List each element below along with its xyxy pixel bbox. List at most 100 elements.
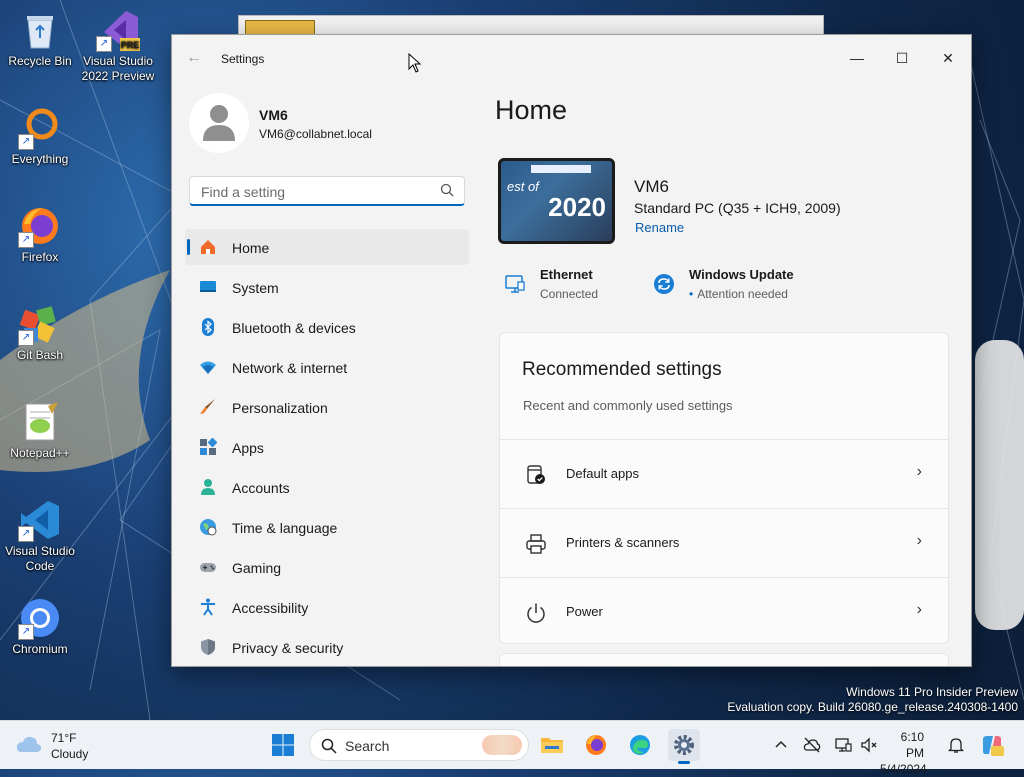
nav-item-apps[interactable]: Apps: [185, 429, 469, 465]
close-button[interactable]: ✕: [925, 43, 971, 73]
windows-update-title: Windows Update: [689, 267, 794, 282]
notification-bell-icon[interactable]: [947, 736, 965, 754]
taskbar-search-label: Search: [345, 738, 390, 754]
search-input[interactable]: [199, 182, 433, 202]
clock-time: 6:10 PM: [900, 730, 924, 760]
rename-link[interactable]: Rename: [635, 220, 684, 235]
minimize-button[interactable]: —: [834, 43, 880, 73]
taskbar: 71°F Cloudy Search 6:10 PM 5/4/2024: [0, 720, 1024, 776]
start-button[interactable]: [267, 729, 299, 761]
chevron-up-icon[interactable]: [772, 736, 790, 754]
settings-nav: Home System Bluetooth & devices Network …: [185, 229, 469, 666]
user-email: VM6@collabnet.local: [259, 127, 372, 141]
everything-icon: ↗: [18, 106, 62, 150]
cloud-off-icon[interactable]: [803, 736, 821, 754]
taskbar-firefox[interactable]: [580, 729, 612, 761]
desktop-icon-label: Git Bash: [16, 348, 64, 362]
volume-muted-icon[interactable]: [860, 736, 878, 754]
nav-item-gaming[interactable]: Gaming: [185, 549, 469, 585]
apps-icon: [200, 438, 217, 455]
ethernet-subtitle: Connected: [540, 287, 599, 301]
nav-item-personalization[interactable]: Personalization: [185, 389, 469, 425]
globe-icon: [200, 519, 217, 536]
default-apps-icon: [527, 465, 545, 484]
nav-item-label: Home: [232, 240, 270, 256]
shortcut-arrow-icon: ↗: [18, 232, 34, 248]
pc-model: Standard PC (Q35 + ICH9, 2009): [634, 200, 841, 216]
desktop-icon-notepad-plus-plus[interactable]: Notepad++: [0, 400, 80, 461]
search-icon: [440, 183, 454, 197]
recommended-title: Recommended settings: [522, 359, 722, 380]
nav-item-network[interactable]: Network & internet: [185, 349, 469, 385]
maximize-button[interactable]: ☐: [879, 43, 925, 73]
nav-item-home[interactable]: Home: [185, 229, 469, 265]
window-title: Settings: [221, 52, 265, 66]
printer-icon: [526, 534, 546, 554]
chevron-right-icon: ›: [916, 463, 922, 480]
system-clock[interactable]: 6:10 PM 5/4/2024: [880, 729, 927, 777]
nav-item-label: Personalization: [232, 400, 328, 416]
desktop-icon-label: Everything: [11, 152, 69, 166]
taskbar-search[interactable]: Search: [309, 729, 529, 761]
nav-item-privacy-security[interactable]: Privacy & security: [185, 629, 469, 665]
shortcut-arrow-icon: ↗: [18, 624, 34, 640]
git-bash-icon: ↗: [18, 302, 62, 346]
nav-item-system[interactable]: System: [185, 269, 469, 305]
recommended-item-power[interactable]: Power ›: [500, 578, 948, 643]
gamepad-icon: [200, 563, 216, 572]
thumbnail-text: est of: [507, 179, 539, 194]
desktop-icon-chromium[interactable]: ↗ Chromium: [0, 596, 80, 657]
network-wired-icon[interactable]: [834, 736, 852, 754]
watermark-line-2: Evaluation copy. Build 26080.ge_release.…: [727, 700, 1018, 714]
nav-item-bluetooth[interactable]: Bluetooth & devices: [185, 309, 469, 345]
nav-item-accessibility[interactable]: Accessibility: [185, 589, 469, 625]
person-icon: [203, 105, 235, 141]
desktop-icon-everything[interactable]: ↗ Everything: [0, 106, 80, 167]
firefox-icon: [586, 735, 606, 755]
recommended-item-default-apps[interactable]: Default apps ›: [500, 440, 948, 509]
taskbar-file-explorer[interactable]: [536, 729, 568, 761]
nav-item-label: System: [232, 280, 279, 296]
desktop-icon-visual-studio-preview[interactable]: PRE ↗ Visual Studio 2022 Preview: [78, 8, 158, 84]
recommended-item-printers[interactable]: Printers & scanners ›: [500, 509, 948, 578]
nav-item-label: Bluetooth & devices: [232, 320, 356, 336]
desktop-icon-label: Firefox: [21, 250, 59, 264]
watermark-line-1: Windows 11 Pro Insider Preview: [846, 685, 1018, 699]
avatar: [189, 93, 249, 153]
desktop-icon-recycle-bin[interactable]: Recycle Bin: [0, 8, 80, 69]
copilot-icon[interactable]: [980, 733, 1004, 757]
vscode-icon: ↗: [18, 498, 62, 542]
cloud-icon: [16, 736, 42, 752]
settings-search-box[interactable]: [189, 176, 465, 206]
nav-item-label: Accessibility: [232, 600, 309, 616]
recommended-header: Recommended settings Recent and commonly…: [500, 333, 948, 440]
recommended-subtitle: Recent and commonly used settings: [523, 398, 733, 413]
desktop-icon-vscode[interactable]: ↗ Visual Studio Code: [0, 498, 80, 574]
nav-item-time-language[interactable]: Time & language: [185, 509, 469, 545]
desktop-icon-label: Chromium: [12, 642, 68, 656]
thumbnail-banner: [531, 165, 591, 173]
taskbar-edge[interactable]: [624, 729, 656, 761]
nav-item-label: Accounts: [232, 480, 290, 496]
title-bar[interactable]: ← Settings — ☐ ✕: [172, 35, 971, 83]
accounts-icon: [201, 479, 215, 495]
desktop-icon-git-bash[interactable]: ↗ Git Bash: [0, 302, 80, 363]
page-title: Home: [495, 95, 568, 125]
windows-update-subtitle-text: Attention needed: [697, 287, 788, 301]
back-arrow-icon[interactable]: ←: [186, 49, 206, 69]
settings-window: ← Settings — ☐ ✕ VM6 VM6@collabnet.local…: [171, 34, 972, 667]
pc-wallpaper-thumbnail[interactable]: est of 2020: [498, 158, 615, 244]
weather-temperature: 71°F: [51, 731, 77, 745]
shortcut-arrow-icon: ↗: [18, 526, 34, 542]
accessibility-icon: [201, 598, 215, 616]
desktop-icon-label: Visual Studio Code: [5, 544, 75, 573]
brush-icon: [200, 399, 215, 414]
thumbnail-year: 2020: [548, 192, 606, 222]
preview-badge: PRE: [121, 40, 140, 50]
gear-icon: [674, 735, 694, 755]
nav-item-accounts[interactable]: Accounts: [185, 469, 469, 505]
windows-update-subtitle: • Attention needed: [689, 287, 788, 301]
taskbar-settings[interactable]: [668, 729, 700, 764]
desktop-icon-firefox[interactable]: ↗ Firefox: [0, 204, 80, 265]
bluetooth-icon: [202, 318, 214, 336]
